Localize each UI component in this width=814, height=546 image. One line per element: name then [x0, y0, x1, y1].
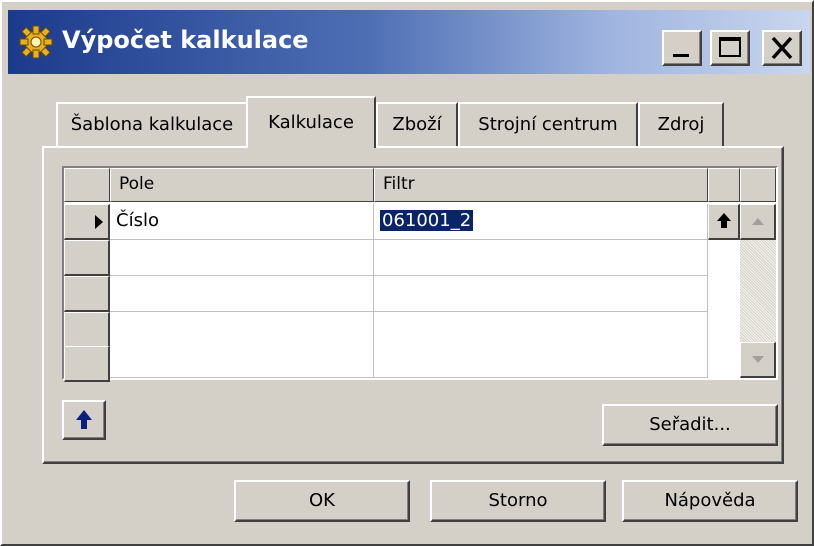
filter-value[interactable]: 061001_2 [380, 210, 474, 231]
row-selector[interactable] [64, 312, 110, 348]
tab-label: Kalkulace [268, 112, 354, 133]
tab-zdroj[interactable]: Zdroj [638, 102, 724, 146]
tab-label: Zdroj [657, 114, 705, 135]
column-header-pole[interactable]: Pole [110, 168, 374, 202]
tab-label: Strojní centrum [478, 114, 618, 135]
cell-pole[interactable] [110, 346, 374, 378]
tab-zbozi[interactable]: Zboží [376, 102, 458, 146]
close-icon [771, 36, 793, 60]
column-header-blank [740, 168, 776, 202]
filter-grid[interactable]: Pole Filtr Číslo 061001_2 [62, 166, 778, 382]
vertical-scrollbar[interactable] [740, 204, 776, 378]
column-header-filtr[interactable]: Filtr [374, 168, 708, 202]
row-selector[interactable] [64, 204, 110, 240]
tab-strojni-centrum[interactable]: Strojní centrum [458, 102, 638, 146]
minimize-icon [673, 54, 689, 57]
minimize-button[interactable] [662, 30, 702, 66]
tab-label: Šablona kalkulace [70, 114, 234, 135]
grid-filler [708, 240, 740, 378]
row-selector[interactable] [64, 346, 110, 382]
scroll-down-button[interactable] [740, 342, 776, 378]
sort-button[interactable]: Seřadit... [602, 404, 778, 446]
cell-filtr[interactable] [374, 276, 708, 312]
close-button[interactable] [762, 30, 802, 66]
column-header-blank [708, 168, 740, 202]
up-arrow-icon [717, 213, 731, 228]
up-arrow-icon [76, 410, 92, 429]
lookup-button[interactable] [708, 204, 740, 240]
grid-corner [64, 168, 110, 202]
cell-filtr[interactable] [374, 312, 708, 348]
current-row-icon [95, 215, 103, 229]
window-title: Výpočet kalkulace [62, 26, 309, 54]
tab-sablona-kalkulace[interactable]: Šablona kalkulace [56, 102, 248, 146]
scroll-down-icon [752, 356, 764, 363]
tab-kalkulace[interactable]: Kalkulace [246, 96, 376, 148]
cell-filtr[interactable]: 061001_2 [374, 204, 708, 240]
move-up-button[interactable] [62, 400, 106, 440]
cell-pole[interactable] [110, 276, 374, 312]
title-bar[interactable]: Výpočet kalkulace [8, 10, 810, 74]
row-selector[interactable] [64, 276, 110, 312]
scroll-up-button[interactable] [740, 204, 776, 240]
cell-pole[interactable] [110, 312, 374, 348]
cell-filtr[interactable] [374, 346, 708, 378]
ok-button[interactable]: OK [234, 480, 410, 522]
gear-icon [19, 25, 53, 59]
maximize-icon [719, 37, 741, 57]
help-button[interactable]: Nápověda [622, 480, 798, 522]
maximize-button[interactable] [710, 30, 750, 66]
dialog-window: Výpočet kalkulace Šablona kalkulace Kalk… [0, 0, 814, 546]
cell-filtr[interactable] [374, 240, 708, 276]
cell-pole[interactable]: Číslo [110, 204, 374, 240]
cancel-button[interactable]: Storno [430, 480, 606, 522]
scroll-up-icon [752, 218, 764, 225]
cell-pole[interactable] [110, 240, 374, 276]
tab-label: Zboží [392, 114, 442, 135]
row-selector[interactable] [64, 240, 110, 276]
